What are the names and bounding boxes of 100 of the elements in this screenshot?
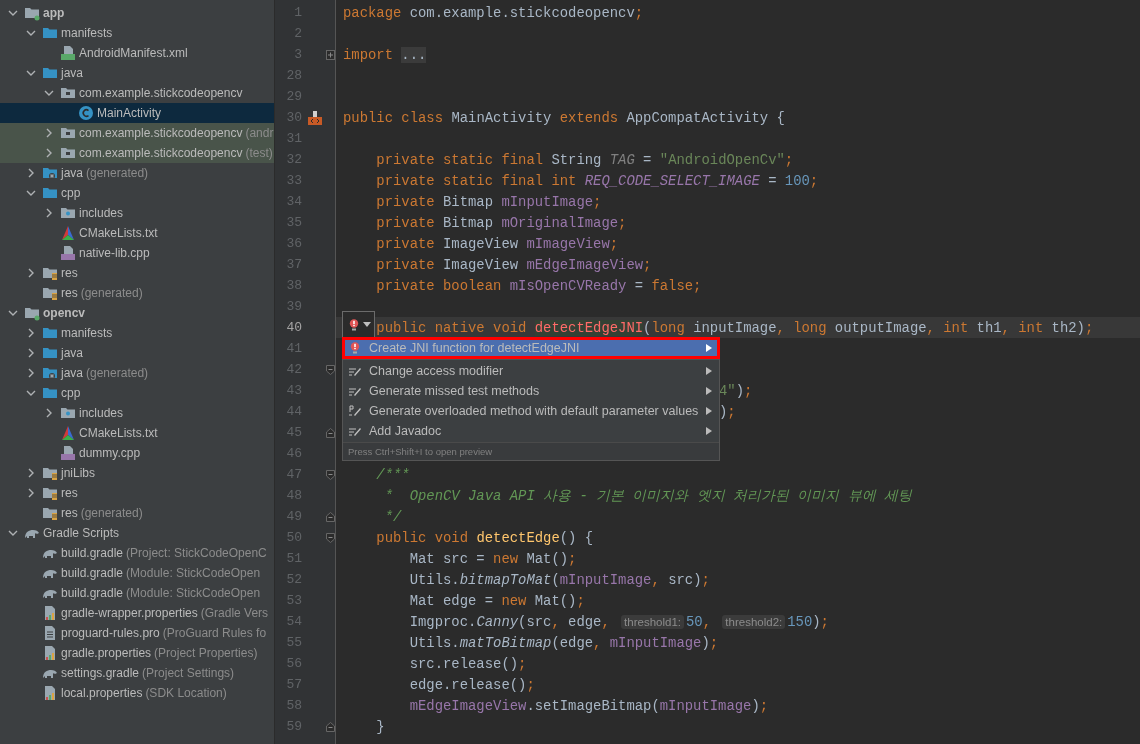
tree-item[interactable]: jniLibs [0,463,274,483]
code-line: public class MainActivity extends AppCompatActivity { [343,109,785,126]
tree-item[interactable]: com.example.stickcodeopencv (andr [0,123,274,143]
chevron-right-icon[interactable] [26,268,36,278]
chevron-down-icon[interactable] [8,528,18,538]
cpp-file-icon [60,445,76,461]
package-icon [60,125,76,141]
tree-item[interactable]: MainActivity [0,103,274,123]
submenu-arrow-icon [705,427,713,435]
pencil-icon [349,425,361,437]
chevron-right-icon[interactable] [26,368,36,378]
tree-item[interactable]: com.example.stickcodeopencv [0,83,274,103]
cpp-file-icon [60,245,76,261]
tree-item[interactable]: dummy.cpp [0,443,274,463]
chevron-down-icon[interactable] [8,8,18,18]
package-icon [60,145,76,161]
chevron-down-icon[interactable] [44,88,54,98]
code-line: src.release(); [408,655,527,672]
chevron-down-icon[interactable] [26,28,36,38]
menu-footer-hint: Press Ctrl+Shift+I to open preview [343,442,719,460]
menu-item[interactable]: Generate overloaded method with default parameter values [343,401,719,421]
caret-icon [363,322,371,328]
code-line: Imgproc.Canny(src, edge, threshold1: 50, threshold2: 150); [408,613,829,630]
code-comment: */ [383,508,402,525]
tree-item[interactable]: java [0,343,274,363]
menu-item[interactable]: Add Javadoc [343,421,719,441]
code-line: public void detectEdge() { [375,529,594,546]
code-line: ); [719,403,736,420]
fold-end-icon[interactable] [326,427,335,438]
tree-item[interactable]: build.gradle (Module: StickCodeOpen [0,583,274,603]
folder-icon [42,385,58,401]
tree-item[interactable]: build.gradle (Module: StickCodeOpen [0,563,274,583]
tree-item[interactable]: proguard-rules.pro (ProGuard Rules fo [0,623,274,643]
tree-item[interactable]: java [0,63,274,83]
tree-item[interactable]: res (generated) [0,283,274,303]
folder-icon [42,465,58,481]
fold-end-icon[interactable] [326,721,335,732]
tree-item[interactable]: settings.gradle (Project Settings) [0,663,274,683]
submenu-arrow-icon [705,407,713,415]
pencil-icon [349,405,361,417]
folder-icon [60,205,76,221]
tree-item[interactable]: local.properties (SDK Location) [0,683,274,703]
tree-item[interactable]: com.example.stickcodeopencv (test) [0,143,274,163]
code-line: } [375,718,385,735]
chevron-right-icon[interactable] [44,148,54,158]
tree-item[interactable]: build.gradle (Project: StickCodeOpenC [0,543,274,563]
tree-item[interactable]: cpp [0,383,274,403]
tree-item[interactable]: gradle.properties (Project Properties) [0,643,274,663]
fold-start-icon[interactable] [326,469,335,480]
tree-item[interactable]: res [0,263,274,283]
xml-file-icon [60,45,76,61]
chevron-right-icon[interactable] [44,408,54,418]
folder-icon [60,405,76,421]
tree-item[interactable]: native-lib.cpp [0,243,274,263]
tree-item[interactable]: Gradle Scripts [0,523,274,543]
chevron-down-icon[interactable] [8,308,18,318]
code-line: Utils.bitmapToMat(mInputImage, src); [408,571,710,588]
chevron-down-icon[interactable] [26,388,36,398]
tree-item[interactable]: java (generated) [0,163,274,183]
tree-item[interactable]: app [0,3,274,23]
code-line: private boolean mIsOpenCVReady = false; [375,277,702,294]
chevron-right-icon[interactable] [26,468,36,478]
intention-button[interactable] [342,311,375,339]
chevron-right-icon[interactable] [44,208,54,218]
submenu-arrow-icon [705,344,713,352]
tree-item[interactable]: opencv [0,303,274,323]
chevron-right-icon[interactable] [26,488,36,498]
tree-item[interactable]: manifests [0,323,274,343]
chevron-down-icon[interactable] [26,68,36,78]
tree-item[interactable]: java (generated) [0,363,274,383]
tree-item[interactable]: includes [0,403,274,423]
chevron-right-icon[interactable] [26,328,36,338]
folder-icon [42,325,58,341]
pencil-icon [349,385,361,397]
code-line: private Bitmap mOriginalImage; [375,214,627,231]
tree-item[interactable]: includes [0,203,274,223]
tree-item[interactable]: AndroidManifest.xml [0,43,274,63]
chevron-right-icon[interactable] [26,168,36,178]
properties-file-icon [42,685,58,701]
fold-end-icon[interactable] [326,511,335,522]
code-line: 4"); [719,382,753,399]
chevron-right-icon[interactable] [44,128,54,138]
fold-expand-icon[interactable] [326,49,335,60]
code-line: edge.release(); [408,676,535,693]
menu-item[interactable]: Change access modifier [343,361,719,381]
fold-start-icon[interactable] [326,532,335,543]
chevron-right-icon[interactable] [26,348,36,358]
tree-item[interactable]: res [0,483,274,503]
tree-item[interactable]: CMakeLists.txt [0,423,274,443]
fold-start-icon[interactable] [326,364,335,375]
implemented-marker-icon[interactable] [308,110,322,125]
menu-item[interactable]: Generate missed test methods [343,381,719,401]
tree-item[interactable]: res (generated) [0,503,274,523]
tree-item[interactable]: gradle-wrapper.properties (Gradle Vers [0,603,274,623]
folder-icon [42,505,58,521]
tree-item[interactable]: cpp [0,183,274,203]
tree-item[interactable]: manifests [0,23,274,43]
code-line: import ... [343,46,427,63]
chevron-down-icon[interactable] [26,188,36,198]
tree-item[interactable]: CMakeLists.txt [0,223,274,243]
